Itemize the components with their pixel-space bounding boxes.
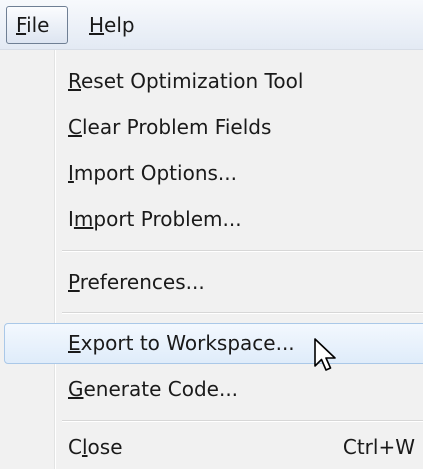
menu-file[interactable]: File [6, 6, 68, 44]
menu-item-close[interactable]: Close Ctrl+W [0, 424, 423, 470]
menu-item-label: Reset Optimization Tool [68, 69, 304, 93]
menu-item-preferences[interactable]: Preferences... [0, 259, 423, 305]
menu-item-export-to-workspace[interactable]: Export to Workspace... [0, 320, 423, 366]
menu-item-clear-problem-fields[interactable]: Clear Problem Fields [0, 104, 423, 150]
file-menu-dropdown: Reset Optimization Tool Clear Problem Fi… [0, 50, 423, 469]
menu-item-label: Import Options... [68, 161, 237, 185]
menu-file-rest: ile [26, 13, 50, 37]
menu-separator [62, 312, 423, 314]
menu-item-label: Close [68, 435, 123, 459]
menu-item-label: Clear Problem Fields [68, 115, 272, 139]
menu-item-generate-code[interactable]: Generate Code... [0, 366, 423, 412]
menu-help[interactable]: Help [80, 6, 144, 44]
menu-separator [62, 420, 423, 422]
menu-item-label: Preferences... [68, 270, 205, 294]
menu-item-import-options[interactable]: Import Options... [0, 150, 423, 196]
menu-help-accel: H [89, 13, 105, 37]
menu-separator [62, 250, 423, 252]
menu-bar: File Help [0, 0, 423, 50]
menu-item-import-problem[interactable]: Import Problem... [0, 196, 423, 242]
menu-item-label: Export to Workspace... [68, 331, 295, 355]
arrow-pointer-icon [314, 338, 336, 371]
menu-item-label: Generate Code... [68, 377, 239, 401]
menu-file-accel: F [16, 13, 27, 37]
menu-item-shortcut: Ctrl+W [342, 435, 415, 459]
menu-item-label: Import Problem... [68, 207, 242, 231]
menu-item-reset-optimization-tool[interactable]: Reset Optimization Tool [0, 58, 423, 104]
menu-help-rest: elp [104, 13, 135, 37]
